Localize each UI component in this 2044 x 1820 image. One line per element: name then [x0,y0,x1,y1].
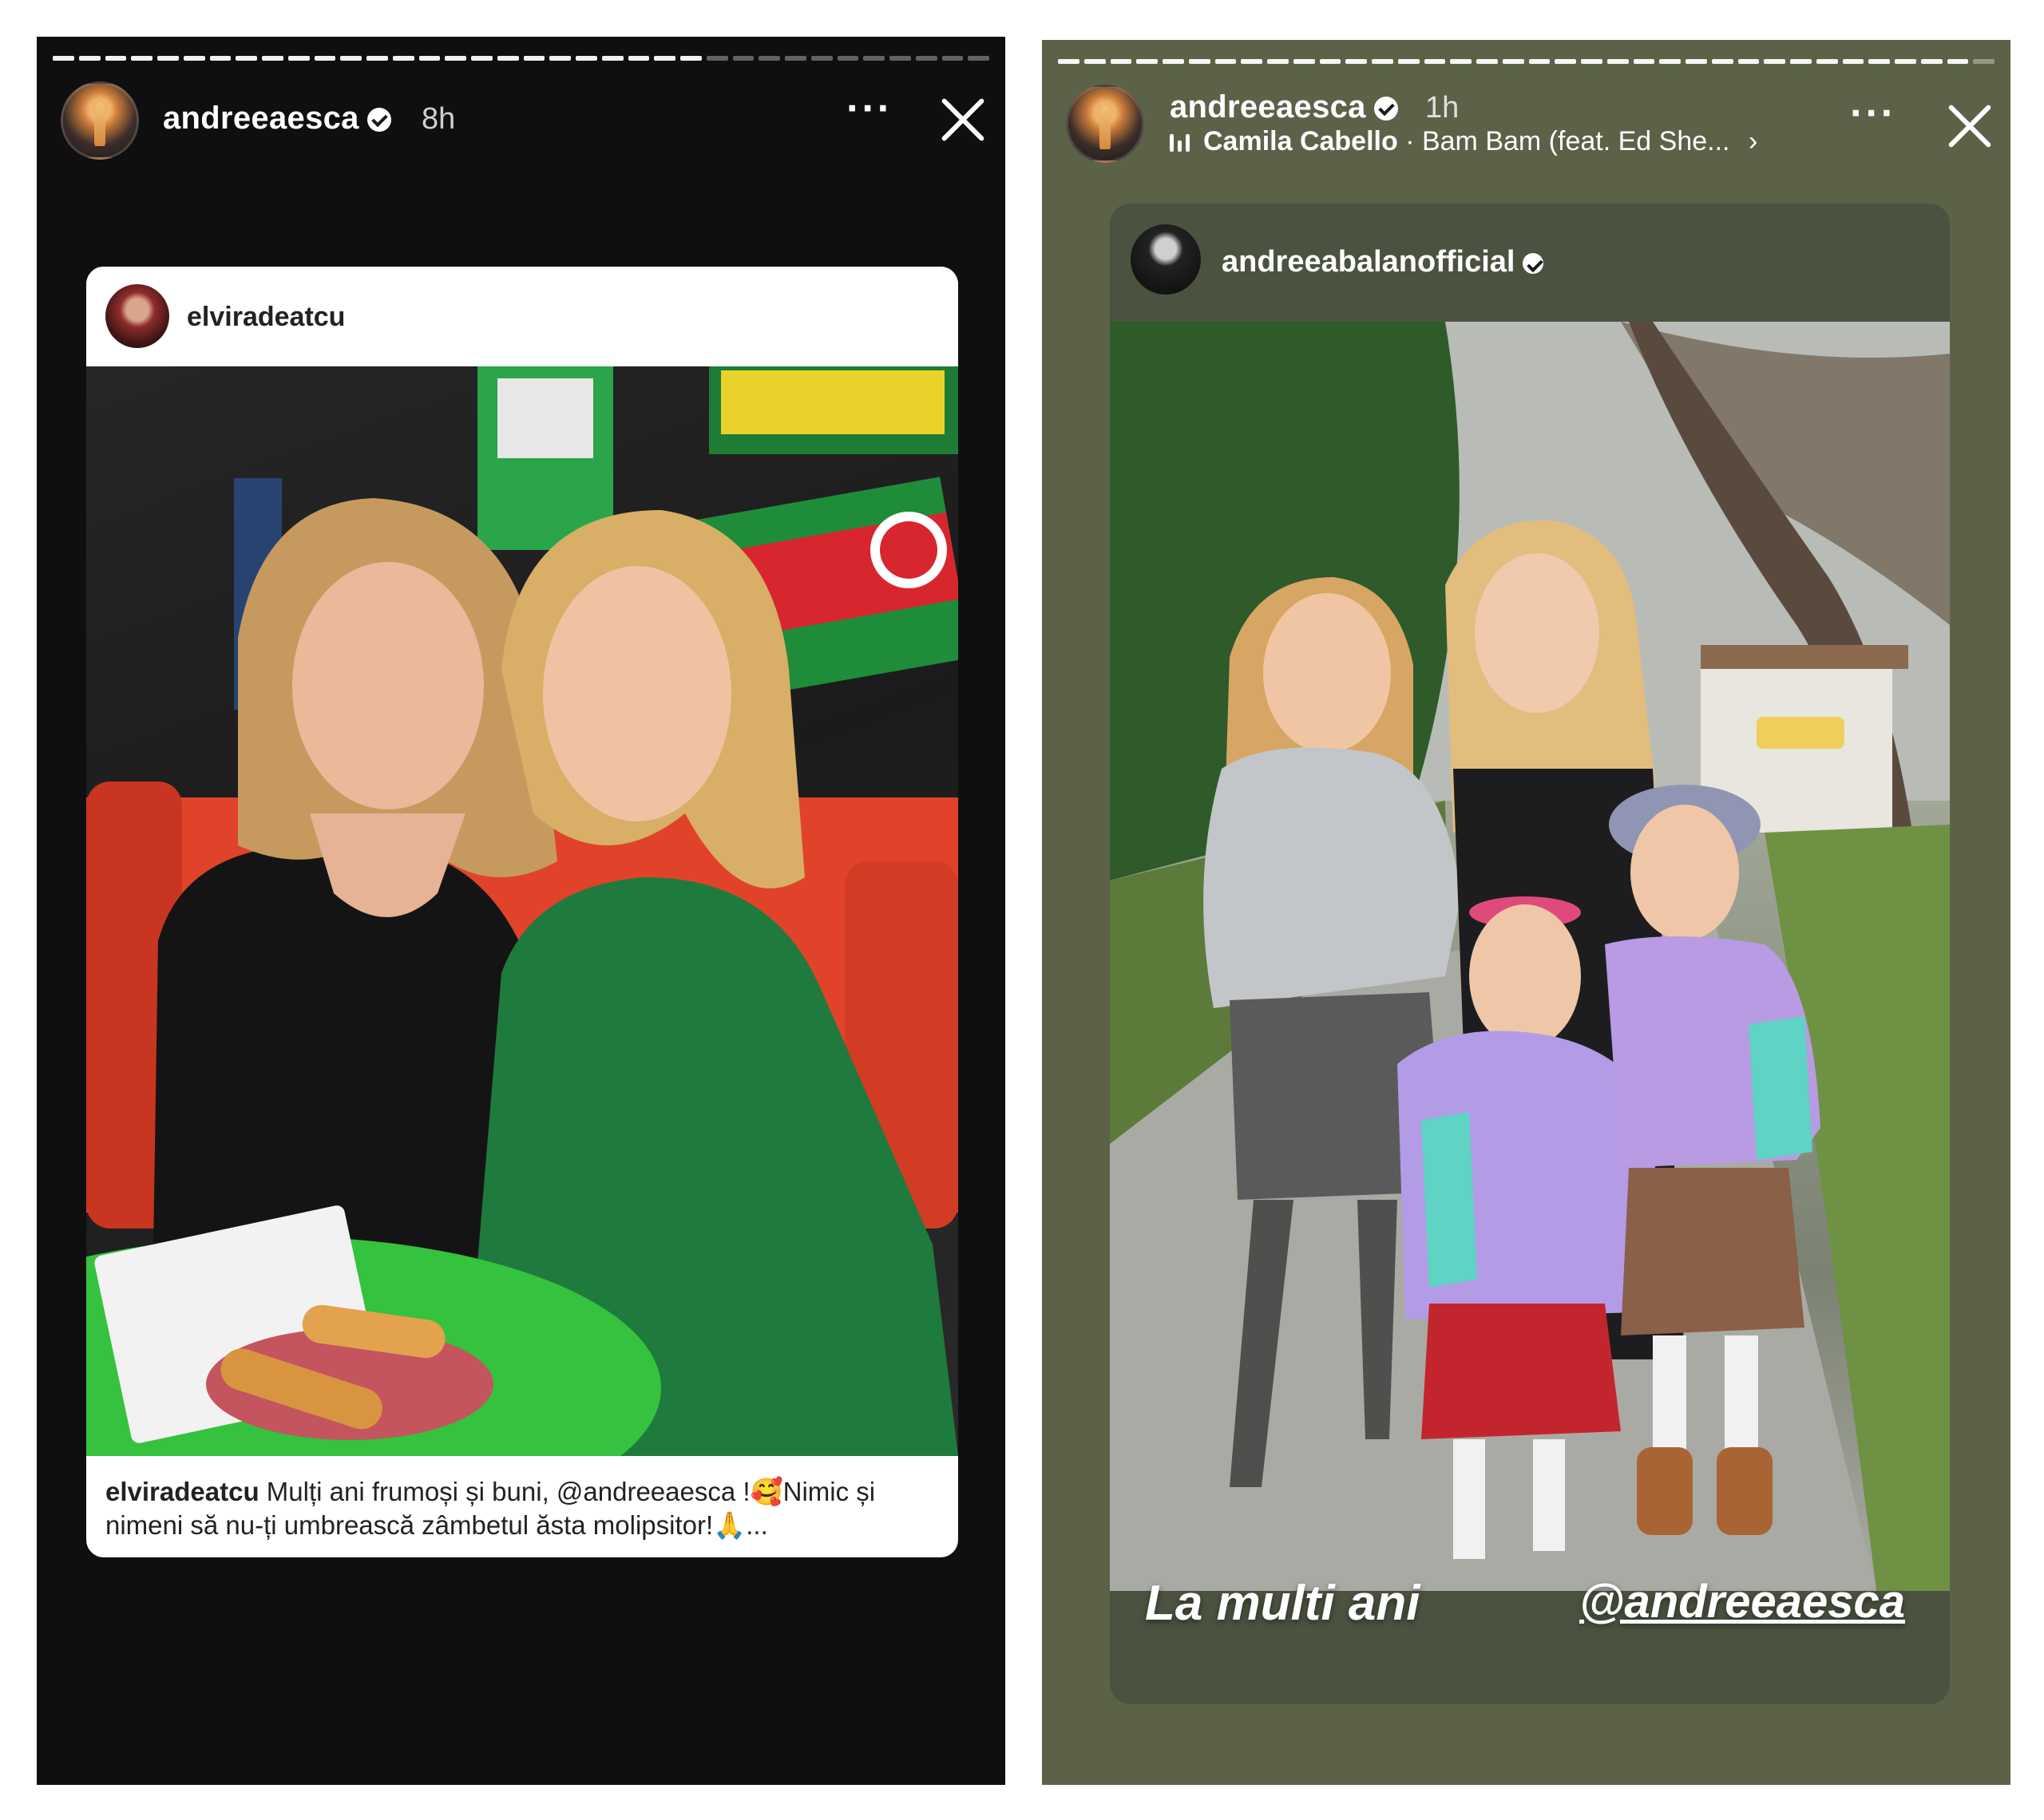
girl-1-leg-1 [1453,1439,1485,1559]
story-username[interactable]: andreeaesca [163,101,391,136]
close-icon[interactable] [1946,102,1994,150]
chevron-right-icon: › [1748,126,1758,156]
music-track: · Bam Bam (feat. Ed She... [1405,126,1730,156]
overlay-mention[interactable]: @andreeaesca [1579,1575,1905,1628]
girl-2-jacket-panel [1749,1016,1812,1160]
shared-post-header: elviradeatcu [86,267,958,366]
verified-badge-icon [366,108,391,133]
post-author-username[interactable]: elviradeatcu [187,302,345,333]
verified-badge-icon [1373,97,1398,121]
shared-post-header: andreeabalanofficial [1110,204,1950,322]
shared-post-card[interactable]: elviradeatcu elviradeatcu Mulți ani frum… [86,267,958,1557]
girl-2-leg-1 [1653,1335,1686,1455]
girl-2-face [1630,805,1739,940]
girl-2-boot-1 [1637,1447,1693,1535]
shared-post-card[interactable]: andreeabalanofficial La multi ani @andre… [1110,204,1950,1704]
caption-username[interactable]: elviradeatcu [105,1477,259,1506]
building-roof [1701,645,1908,669]
profile-avatar[interactable] [1066,85,1144,163]
verified-badge-icon [1523,252,1544,274]
story-time: 8h [422,102,456,136]
girl-2-boot-2 [1717,1447,1773,1535]
music-artist: Camila Cabello [1203,126,1398,156]
person-left-face [292,562,484,809]
story-progress-bar [1058,59,1994,64]
music-bars-icon [1170,134,1194,152]
banner-yellow [721,370,945,434]
girl-2-skirt [1621,1168,1804,1335]
neon-sign [1757,717,1844,749]
close-icon[interactable] [939,96,987,144]
post-author-username[interactable]: andreeabalanofficial [1222,245,1544,279]
overlay-text: La multi ani [1145,1576,1420,1631]
girl-1-jacket-panel [1421,1112,1477,1288]
girl-1-leg-2 [1533,1439,1565,1551]
post-photo [86,366,958,1456]
post-author-avatar[interactable] [105,284,169,348]
music-sticker[interactable]: Camila Cabello · Bam Bam (feat. Ed She..… [1170,126,1757,157]
story-progress-bar [53,56,989,61]
profile-avatar[interactable] [61,81,139,160]
post-photo-illustration [1110,322,1950,1591]
more-horizontal-icon[interactable]: ··· [1850,93,1896,134]
club-logo-inner [880,521,937,579]
story-username[interactable]: andreeaesca [1170,89,1398,125]
person-a-jacket [1203,747,1461,1008]
person-a-face [1263,593,1391,753]
post-author-avatar[interactable] [1131,224,1201,295]
girl-1-face [1469,904,1581,1048]
sign-panel [497,378,593,458]
story-right: andreeaesca 1h Camila Cabello · Bam Bam … [1042,40,2010,1785]
more-horizontal-icon[interactable]: ··· [846,88,893,129]
girl-1-skirt [1421,1304,1621,1439]
post-caption: elviradeatcu Mulți ani frumoși și buni, … [105,1475,939,1542]
girl-2-leg-2 [1725,1335,1758,1455]
post-photo-illustration [86,366,958,1456]
story-time: 1h [1425,91,1460,125]
person-b-face [1475,553,1599,713]
post-photo [1110,322,1950,1591]
person-right-face [543,566,731,821]
story-left: andreeaesca 8h ··· elviradeatcu elvirade… [37,37,1005,1785]
